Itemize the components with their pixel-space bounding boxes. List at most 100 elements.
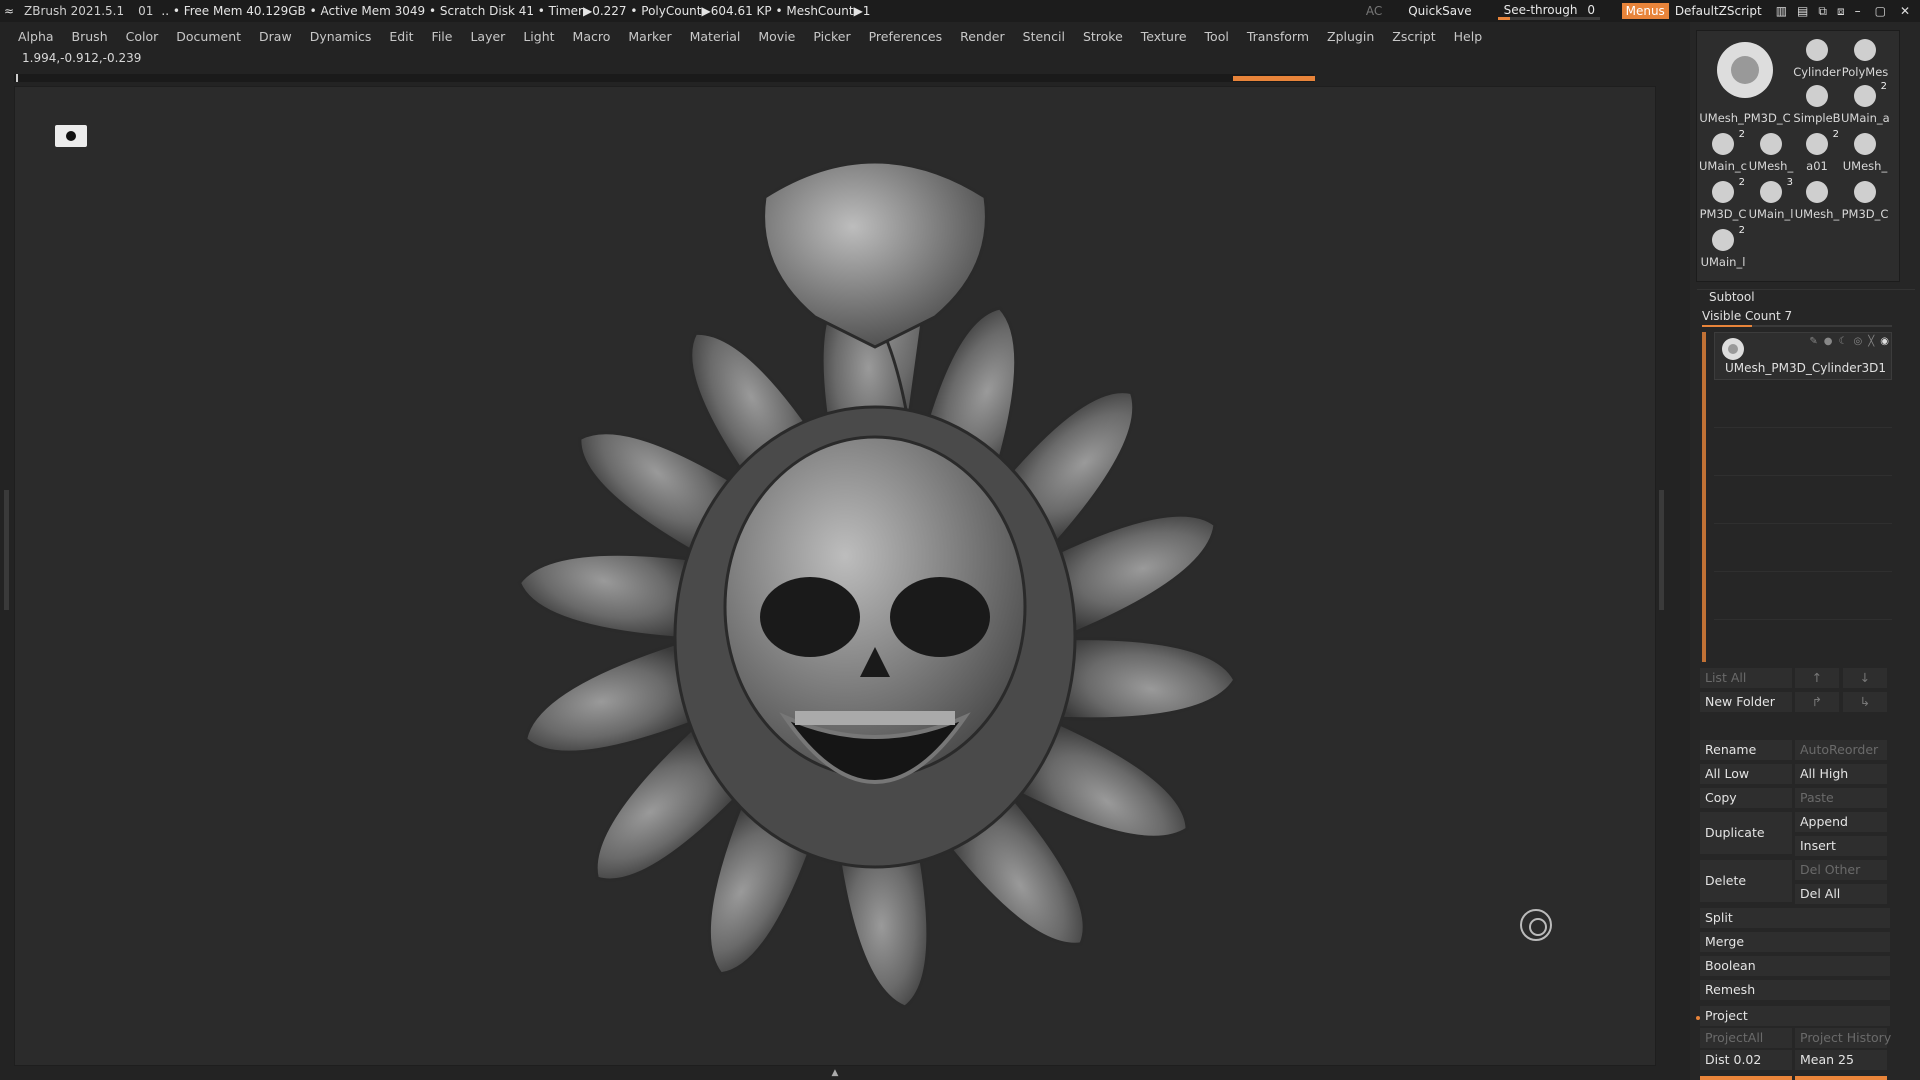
project-all-button[interactable]: ProjectAll xyxy=(1700,1028,1792,1048)
subtool-item[interactable]: ✎ ● ☾ ◎ ╳ ◉ UMesh_PM3D_Cylinder3D1 xyxy=(1714,332,1892,380)
menu-document[interactable]: Document xyxy=(167,29,250,44)
menu-zscript[interactable]: Zscript xyxy=(1383,29,1444,44)
minimize-icon[interactable]: – xyxy=(1855,4,1861,18)
see-through-slider[interactable]: See-through 0 xyxy=(1497,1,1600,21)
menu-brush[interactable]: Brush xyxy=(63,29,117,44)
tool-thumb[interactable]: UMesh_ xyxy=(1793,175,1841,221)
polypaint-toggle-icon[interactable]: ● xyxy=(1824,336,1833,347)
menu-render[interactable]: Render xyxy=(951,29,1014,44)
visible-count-slider[interactable] xyxy=(1702,325,1892,327)
subtool-scrollbar[interactable] xyxy=(1702,332,1706,662)
all-low-button[interactable]: All Low xyxy=(1700,764,1792,784)
ac-toggle[interactable]: AC xyxy=(1366,4,1382,18)
tool-thumb[interactable]: SimpleB xyxy=(1793,79,1841,125)
new-folder-button[interactable]: New Folder xyxy=(1700,692,1792,712)
menu-macro[interactable]: Macro xyxy=(564,29,620,44)
eye-icon[interactable]: ◉ xyxy=(1880,336,1889,347)
tool-thumb[interactable]: 3 UMain_l xyxy=(1747,175,1795,221)
menu-dynamics[interactable]: Dynamics xyxy=(301,29,381,44)
menu-layer[interactable]: Layer xyxy=(461,29,514,44)
quicksave-button[interactable]: QuickSave xyxy=(1408,4,1471,18)
window-restore-icon[interactable]: ⧈ xyxy=(1837,4,1845,19)
dist-slider[interactable]: Dist 0.02 xyxy=(1700,1050,1792,1070)
menu-draw[interactable]: Draw xyxy=(250,29,301,44)
menu-color[interactable]: Color xyxy=(117,29,168,44)
tool-thumb[interactable]: 2 UMain_a xyxy=(1841,79,1889,125)
default-zscript-button[interactable]: DefaultZScript xyxy=(1675,4,1762,18)
gizmo-icon[interactable] xyxy=(1520,909,1552,941)
paste-button[interactable]: Paste xyxy=(1795,788,1887,808)
menu-help[interactable]: Help xyxy=(1445,29,1492,44)
subtool-header[interactable]: Subtool xyxy=(1697,289,1915,307)
subtool-empty-slot xyxy=(1714,428,1892,476)
timeline-marker[interactable] xyxy=(1233,76,1315,81)
menu-alpha[interactable]: Alpha xyxy=(0,29,63,44)
append-button[interactable]: Append xyxy=(1795,812,1887,832)
timeline-bar[interactable] xyxy=(14,74,1315,82)
del-other-button[interactable]: Del Other xyxy=(1795,860,1887,880)
active-tool-thumb[interactable]: UMesh_PM3D_C xyxy=(1699,33,1791,125)
menus-toggle[interactable]: Menus xyxy=(1621,3,1669,19)
menu-material[interactable]: Material xyxy=(681,29,750,44)
mean-slider[interactable]: Mean 25 xyxy=(1795,1050,1887,1070)
lock-icon[interactable]: ╳ xyxy=(1868,336,1874,347)
layout-icon[interactable]: ▥ xyxy=(1776,4,1787,19)
project-history-button[interactable]: Project History xyxy=(1795,1028,1891,1048)
tool-thumb[interactable]: 2 UMain_c xyxy=(1699,127,1747,173)
arrow-up-icon[interactable]: ↑ xyxy=(1795,668,1839,688)
menu-edit[interactable]: Edit xyxy=(380,29,422,44)
menu-zplugin[interactable]: Zplugin xyxy=(1318,29,1383,44)
left-tray-handle[interactable] xyxy=(4,490,9,610)
duplicate-button[interactable]: Duplicate xyxy=(1700,812,1792,854)
arrow-down-icon[interactable]: ↓ xyxy=(1843,668,1887,688)
tool-thumb[interactable]: Cylinder xyxy=(1793,33,1841,79)
tool-thumb-icon xyxy=(1806,133,1828,155)
document-name: 01 xyxy=(138,4,154,18)
camera-icon[interactable] xyxy=(55,125,87,147)
move-out-folder-icon[interactable]: ↳ xyxy=(1843,692,1887,712)
menu-stencil[interactable]: Stencil xyxy=(1014,29,1074,44)
tool-thumb[interactable]: 2 a01 xyxy=(1793,127,1841,173)
menu-stroke[interactable]: Stroke xyxy=(1074,29,1132,44)
tool-thumb[interactable]: UMesh_ xyxy=(1841,127,1889,173)
moon-icon[interactable]: ☾ xyxy=(1839,336,1848,347)
del-all-button[interactable]: Del All xyxy=(1795,884,1887,904)
menu-marker[interactable]: Marker xyxy=(619,29,680,44)
remesh-button[interactable]: Remesh xyxy=(1700,980,1890,1000)
copy-button[interactable]: Copy xyxy=(1700,788,1792,808)
tool-thumb[interactable]: 2 UMain_l xyxy=(1699,223,1747,269)
menu-transform[interactable]: Transform xyxy=(1238,29,1318,44)
menu-tool[interactable]: Tool xyxy=(1196,29,1238,44)
menu-texture[interactable]: Texture xyxy=(1132,29,1196,44)
right-tray-handle[interactable] xyxy=(1659,490,1664,610)
menu-preferences[interactable]: Preferences xyxy=(860,29,952,44)
rename-button[interactable]: Rename xyxy=(1700,740,1792,760)
delete-button[interactable]: Delete xyxy=(1700,860,1792,902)
maximize-icon[interactable]: ▢ xyxy=(1875,4,1886,18)
menu-picker[interactable]: Picker xyxy=(804,29,859,44)
menu-light[interactable]: Light xyxy=(514,29,563,44)
tool-thumb[interactable]: 2 PM3D_C xyxy=(1699,175,1747,221)
split-button[interactable]: Split xyxy=(1700,908,1890,928)
solo-icon[interactable]: ◎ xyxy=(1854,336,1863,347)
boolean-button[interactable]: Boolean xyxy=(1700,956,1890,976)
tool-thumb[interactable]: PolyMes xyxy=(1841,33,1889,79)
tool-thumb[interactable]: UMesh_ xyxy=(1747,127,1795,173)
canvas-viewport[interactable] xyxy=(14,86,1656,1066)
project-button[interactable]: Project xyxy=(1700,1006,1890,1026)
bottom-tray-handle[interactable]: ▲ xyxy=(770,1068,900,1078)
merge-button[interactable]: Merge xyxy=(1700,932,1890,952)
see-through-track xyxy=(1497,17,1600,20)
menu-movie[interactable]: Movie xyxy=(749,29,804,44)
move-to-folder-icon[interactable]: ↱ xyxy=(1795,692,1839,712)
list-all-button[interactable]: List All xyxy=(1700,668,1792,688)
auto-reorder-button[interactable]: AutoReorder xyxy=(1795,740,1887,760)
insert-button[interactable]: Insert xyxy=(1795,836,1887,856)
close-icon[interactable]: ✕ xyxy=(1900,4,1910,18)
tool-thumb[interactable]: PM3D_C xyxy=(1841,175,1889,221)
paintbrush-icon[interactable]: ✎ xyxy=(1809,336,1817,347)
all-high-button[interactable]: All High xyxy=(1795,764,1887,784)
layout-alt-icon[interactable]: ▤ xyxy=(1797,4,1808,19)
window-cascade-icon[interactable]: ⧉ xyxy=(1818,4,1827,19)
menu-file[interactable]: File xyxy=(423,29,462,44)
